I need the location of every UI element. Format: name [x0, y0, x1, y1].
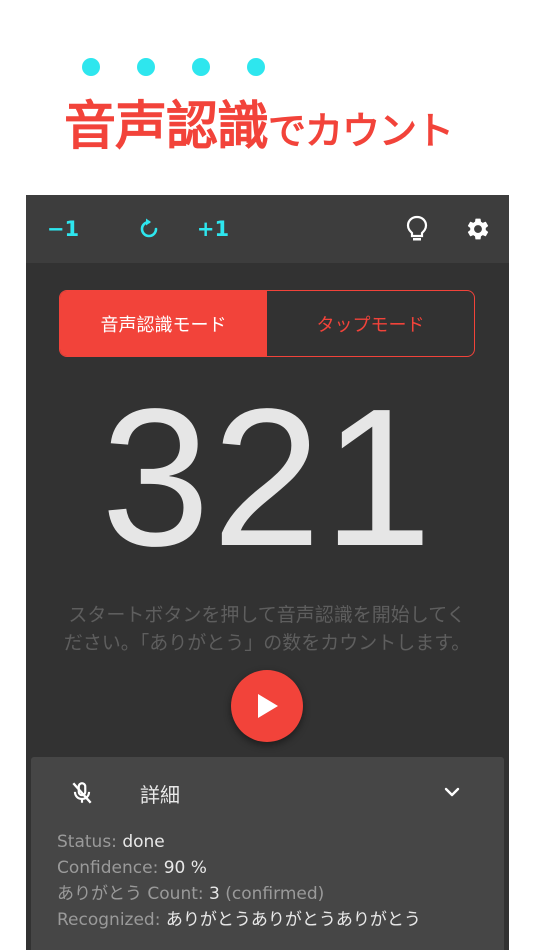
mic-off-icon [72, 782, 92, 804]
recognized-value: ありがとうありがとうありがとう [165, 910, 421, 930]
confidence-label: Confidence: [57, 858, 159, 878]
chevron-down-icon [444, 787, 460, 797]
emphasis-dot [137, 58, 155, 76]
status-value: done [122, 832, 165, 852]
count-label: ありがとう Count: [57, 884, 204, 904]
confidence-value: 90 % [163, 858, 207, 878]
details-header[interactable]: 詳細 [31, 757, 504, 827]
recognized-label: Recognized: [57, 910, 161, 930]
increment-button[interactable]: +1 [196, 195, 230, 263]
start-button[interactable] [231, 670, 303, 742]
details-rows: Status: done Confidence: 90 % ありがとう Coun… [57, 829, 497, 933]
emphasis-dots [82, 58, 272, 76]
instructions-text: スタートボタンを押して音声認識を開始してください。「ありがとう」の数をカウントし… [63, 604, 471, 654]
details-panel: 詳細 Status: done Confidence: 90 % ありがとう C… [31, 757, 504, 950]
emphasis-dot [192, 58, 210, 76]
toolbar: −1 +1 [26, 195, 509, 263]
decrement-button[interactable]: −1 [46, 195, 80, 263]
headline-rest: でカウント [268, 109, 454, 153]
confidence-row: Confidence: 90 % [57, 855, 497, 881]
reset-icon [140, 218, 158, 238]
status-label: Status: [57, 832, 117, 852]
play-icon [258, 694, 278, 718]
reset-button[interactable] [134, 195, 164, 263]
app-screen: −1 +1 音声認識モード タップモード 321 スタートボタンを押して音声認識… [26, 195, 509, 950]
settings-button[interactable] [463, 195, 493, 263]
count-note: (confirmed) [225, 884, 325, 904]
promo-headline: 音声認識でカウント [0, 0, 534, 195]
emphasis-dot [82, 58, 100, 76]
gear-icon [467, 218, 489, 240]
emphasis-dot [247, 58, 265, 76]
count-value: 3 [209, 884, 220, 904]
lightbulb-icon [406, 215, 428, 241]
headline-text: 音声認識でカウント [64, 84, 454, 159]
hint-button[interactable] [402, 195, 432, 263]
count-row: ありがとう Count: 3 (confirmed) [57, 881, 497, 907]
mode-selector: 音声認識モード タップモード [59, 290, 475, 357]
tap-mode-tab[interactable]: タップモード [267, 291, 474, 356]
status-row: Status: done [57, 829, 497, 855]
details-title: 詳細 [140, 783, 180, 807]
recognized-row: Recognized: ありがとうありがとうありがとう [57, 907, 497, 933]
counter-display: 321 [100, 368, 435, 587]
headline-emphasis: 音声認識 [64, 97, 269, 157]
voice-mode-tab[interactable]: 音声認識モード [60, 291, 267, 356]
